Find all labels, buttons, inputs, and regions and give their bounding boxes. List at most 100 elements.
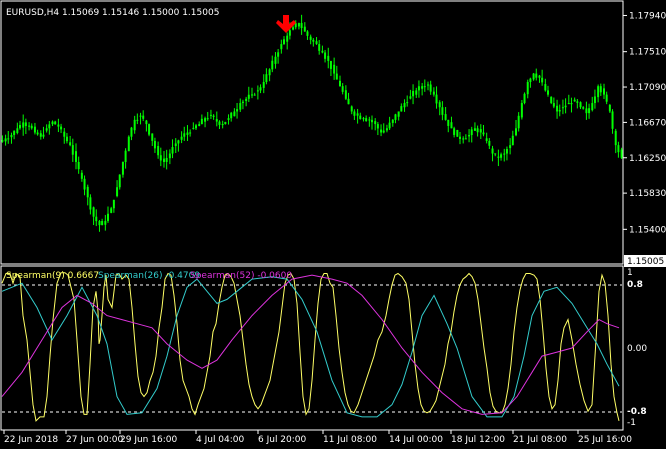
indicator-level-label: -0.8 xyxy=(627,407,647,417)
candle-body xyxy=(476,128,479,133)
time-tick-label: 6 Jul 20:00 xyxy=(258,435,307,445)
candle-body xyxy=(142,115,145,119)
candle-body xyxy=(136,119,139,121)
candle-body xyxy=(195,125,197,129)
chart-canvas[interactable]: 1.17940 1.17510 1.17090 1.16670 1.16250 1.158… xyxy=(0,0,666,449)
candle-body xyxy=(403,103,406,108)
candle-body xyxy=(118,174,121,188)
candle-body xyxy=(139,115,142,117)
candle-body xyxy=(605,94,608,102)
indicator-legend: Spearman(9) 0.6667Spearman(26) -0.4709Sp… xyxy=(6,271,292,281)
legend-entry: Spearman(52) -0.0600 xyxy=(190,271,292,281)
candle-body xyxy=(206,118,209,120)
candle-body xyxy=(505,149,508,154)
price-tick-label: 1.15400 xyxy=(629,225,666,235)
price-tick-label: 1.17940 xyxy=(629,11,666,21)
candle-body xyxy=(324,52,327,59)
candle-body xyxy=(292,27,295,30)
candle-body xyxy=(427,84,429,86)
candle-body xyxy=(151,133,154,141)
candle-body xyxy=(453,128,456,135)
candle-body xyxy=(98,221,101,226)
candle-body xyxy=(148,124,151,135)
candle-body xyxy=(614,130,617,146)
candle-body xyxy=(271,60,274,70)
candle-body xyxy=(24,122,27,126)
price-tick-label: 1.15830 xyxy=(629,189,666,199)
candle-body xyxy=(415,90,418,95)
candle-body xyxy=(83,178,86,190)
candle-body xyxy=(329,60,332,69)
candle-body xyxy=(335,73,338,80)
candle-body xyxy=(286,35,289,42)
candle-body xyxy=(130,127,133,137)
candle-body xyxy=(101,221,104,226)
candle-body xyxy=(42,134,45,137)
candle-body xyxy=(39,133,42,137)
candle-body xyxy=(597,86,600,98)
time-tick-label: 21 Jul 08:00 xyxy=(513,435,567,445)
candle-body xyxy=(1,140,4,142)
candle-body xyxy=(356,113,359,116)
candle-body xyxy=(397,111,400,117)
candle-body xyxy=(300,23,303,29)
candle-body xyxy=(388,122,391,129)
candle-body xyxy=(394,114,397,120)
indicator-level-label: 0.8 xyxy=(627,280,643,290)
time-tick-label: 25 Jul 16:00 xyxy=(578,435,632,445)
candle-body xyxy=(318,44,321,51)
candle-body xyxy=(362,118,365,120)
candle-body xyxy=(547,90,549,95)
candle-body xyxy=(462,138,465,140)
candle-body xyxy=(494,153,497,155)
candle-body xyxy=(315,41,318,45)
candle-body xyxy=(579,102,582,108)
candle-body xyxy=(121,161,124,175)
candle-body xyxy=(603,88,605,95)
mt4-chart-window[interactable]: 1.17940 1.17510 1.17090 1.16670 1.16250 1.158… xyxy=(0,0,666,449)
candle-body xyxy=(412,90,415,97)
candle-body xyxy=(376,124,379,129)
candle-body xyxy=(69,142,72,146)
candle-body xyxy=(350,106,353,112)
candle-body xyxy=(63,131,66,137)
candle-body xyxy=(256,90,259,92)
indicator-level-label: 1 xyxy=(627,268,633,278)
candle-body xyxy=(303,26,306,32)
candle-body xyxy=(365,118,368,121)
candle-body xyxy=(212,115,215,117)
candle-body xyxy=(251,94,253,96)
candle-body xyxy=(165,157,168,162)
candle-body xyxy=(204,118,207,122)
candle-body xyxy=(280,44,283,50)
candle-body xyxy=(36,132,39,135)
legend-entry: Spearman(9) 0.6667 xyxy=(6,271,99,281)
candle-body xyxy=(247,94,250,99)
candle-body xyxy=(215,119,218,122)
candle-body xyxy=(491,148,494,154)
candle-body xyxy=(22,122,25,128)
candle-body xyxy=(112,199,115,209)
candle-body xyxy=(236,109,239,112)
candle-body xyxy=(245,98,248,101)
candle-body xyxy=(380,129,383,133)
candle-body xyxy=(104,220,107,225)
candle-body xyxy=(371,119,373,123)
candle-body xyxy=(538,75,541,78)
time-tick-label: 14 Jul 00:00 xyxy=(389,435,443,445)
candle-body xyxy=(620,149,623,158)
candle-body xyxy=(591,103,594,111)
candle-body xyxy=(585,108,588,114)
candle-body xyxy=(497,156,500,158)
candle-body xyxy=(447,119,450,126)
candle-body xyxy=(588,108,591,114)
candle-body xyxy=(233,111,236,117)
candle-body xyxy=(515,128,517,136)
candle-body xyxy=(400,106,403,112)
candle-body xyxy=(241,101,244,104)
candle-body xyxy=(485,138,488,141)
candle-body xyxy=(145,120,148,125)
candle-body xyxy=(406,102,409,104)
candle-body xyxy=(227,118,230,120)
candle-body xyxy=(253,94,256,96)
